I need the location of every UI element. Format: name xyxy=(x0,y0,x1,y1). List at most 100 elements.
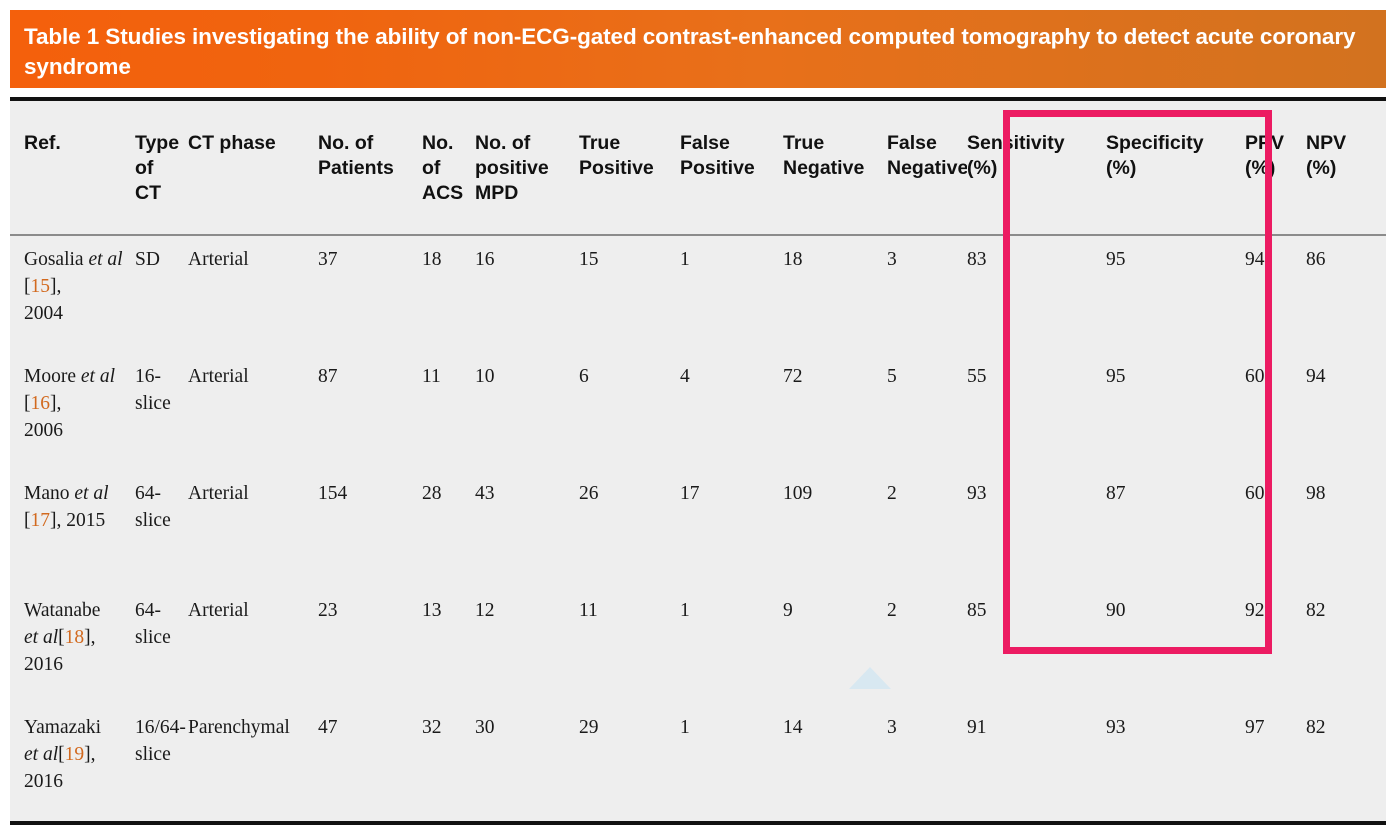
table-header-row: Ref. Type of CT CT phase No. of Patients N… xyxy=(10,101,1386,235)
reference-number-link[interactable]: 18 xyxy=(65,627,85,648)
cell-type-of-ct: 64-slice xyxy=(135,587,188,704)
column-header-true-negative: True Negative xyxy=(783,101,887,235)
reference-etal: et al xyxy=(24,627,59,648)
cell-ppv: 60 xyxy=(1245,470,1306,587)
reference-author: Moore xyxy=(24,366,76,387)
cell-no-positive-mpd: 16 xyxy=(475,235,579,353)
cell-false-negative: 2 xyxy=(887,470,967,587)
cell-false-positive: 4 xyxy=(680,353,783,470)
reference-year: 2015 xyxy=(66,510,106,531)
studies-table-container: Ref. Type of CT CT phase No. of Patients N… xyxy=(10,97,1386,825)
cell-npv: 82 xyxy=(1306,587,1386,704)
reference-etal: et al xyxy=(80,366,115,387)
column-header-false-negative: False Negative xyxy=(887,101,967,235)
cell-npv: 94 xyxy=(1306,353,1386,470)
cell-true-positive: 11 xyxy=(579,587,680,704)
cell-reference: Watanabe et al[18], 2016 xyxy=(10,587,135,704)
cell-no-of-patients: 154 xyxy=(318,470,422,587)
cell-type-of-ct: 16-slice xyxy=(135,353,188,470)
cell-false-negative: 2 xyxy=(887,587,967,704)
column-header-no-of-positive-mpd: No. of positive MPD xyxy=(475,101,579,235)
cell-reference: Yamazaki et al[19], 2016 xyxy=(10,704,135,821)
cell-sensitivity: 93 xyxy=(967,470,1106,587)
reference-author: Gosalia xyxy=(24,249,84,270)
table-header: Ref. Type of CT CT phase No. of Patients N… xyxy=(10,101,1386,235)
reference-year: 2016 xyxy=(24,771,63,792)
cell-true-negative: 109 xyxy=(783,470,887,587)
cell-false-negative: 5 xyxy=(887,353,967,470)
reference-year: 2006 xyxy=(24,420,63,441)
column-header-false-positive: False Positive xyxy=(680,101,783,235)
column-header-type-of-ct: Type of CT xyxy=(135,101,188,235)
cell-true-positive: 15 xyxy=(579,235,680,353)
cell-reference: Gosalia et al [15], 2004 xyxy=(10,235,135,353)
column-header-npv: NPV (%) xyxy=(1306,101,1386,235)
cell-no-of-patients: 23 xyxy=(318,587,422,704)
cell-sensitivity: 91 xyxy=(967,704,1106,821)
cell-ppv: 94 xyxy=(1245,235,1306,353)
cell-false-negative: 3 xyxy=(887,704,967,821)
reference-author: Mano xyxy=(24,483,70,504)
cell-true-positive: 26 xyxy=(579,470,680,587)
cell-no-of-patients: 87 xyxy=(318,353,422,470)
cell-false-positive: 1 xyxy=(680,235,783,353)
reference-etal: et al xyxy=(24,744,59,765)
cell-reference: Mano et al [17], 2015 xyxy=(10,470,135,587)
cell-no-positive-mpd: 30 xyxy=(475,704,579,821)
reference-author: Watanabe xyxy=(24,600,101,621)
column-header-ppv: PPV (%) xyxy=(1245,101,1306,235)
table-row: Watanabe et al[18], 2016 64-slice Arterial 23… xyxy=(10,587,1386,704)
cell-sensitivity: 55 xyxy=(967,353,1106,470)
cell-false-positive: 1 xyxy=(680,704,783,821)
table-body: Gosalia et al [15], 2004 SD Arterial 37 18 16 15… xyxy=(10,235,1386,821)
cell-no-of-acs: 28 xyxy=(422,470,475,587)
cell-specificity: 95 xyxy=(1106,235,1245,353)
cell-no-positive-mpd: 10 xyxy=(475,353,579,470)
cell-ppv: 97 xyxy=(1245,704,1306,821)
reference-etal: et al xyxy=(74,483,109,504)
cell-false-negative: 3 xyxy=(887,235,967,353)
cell-true-positive: 6 xyxy=(579,353,680,470)
cell-true-negative: 18 xyxy=(783,235,887,353)
column-header-true-positive: True Positive xyxy=(579,101,680,235)
column-header-ct-phase: CT phase xyxy=(188,101,318,235)
cell-npv: 82 xyxy=(1306,704,1386,821)
cell-ct-phase: Arterial xyxy=(188,353,318,470)
reference-number-link[interactable]: 15 xyxy=(31,276,51,297)
table-row: Moore et al [16], 2006 16-slice Arterial 87 11… xyxy=(10,353,1386,470)
reference-number-link[interactable]: 17 xyxy=(31,510,51,531)
cell-type-of-ct: 64-slice xyxy=(135,470,188,587)
cell-true-negative: 14 xyxy=(783,704,887,821)
column-header-ref: Ref. xyxy=(10,101,135,235)
cell-ct-phase: Parenchymal xyxy=(188,704,318,821)
reference-author: Yamazaki xyxy=(24,717,102,738)
cell-specificity: 95 xyxy=(1106,353,1245,470)
reference-number-link[interactable]: 16 xyxy=(31,393,51,414)
cell-specificity: 87 xyxy=(1106,470,1245,587)
cell-false-positive: 1 xyxy=(680,587,783,704)
cell-no-of-patients: 37 xyxy=(318,235,422,353)
cell-no-of-acs: 13 xyxy=(422,587,475,704)
cell-specificity: 93 xyxy=(1106,704,1245,821)
table-caption-text: Table 1 Studies investigating the abilit… xyxy=(24,24,1356,79)
cell-no-positive-mpd: 43 xyxy=(475,470,579,587)
cell-sensitivity: 83 xyxy=(967,235,1106,353)
cell-true-negative: 9 xyxy=(783,587,887,704)
reference-year: 2016 xyxy=(24,654,63,675)
studies-table: Ref. Type of CT CT phase No. of Patients N… xyxy=(10,101,1386,821)
column-header-no-of-acs: No. of ACS xyxy=(422,101,475,235)
cell-ct-phase: Arterial xyxy=(188,587,318,704)
cell-no-of-acs: 18 xyxy=(422,235,475,353)
table-figure: Table 1 Studies investigating the abilit… xyxy=(0,0,1400,825)
cell-no-of-acs: 11 xyxy=(422,353,475,470)
cell-npv: 98 xyxy=(1306,470,1386,587)
cell-true-negative: 72 xyxy=(783,353,887,470)
cell-ppv: 60 xyxy=(1245,353,1306,470)
cell-no-of-patients: 47 xyxy=(318,704,422,821)
column-header-specificity: Specificity (%) xyxy=(1106,101,1245,235)
cell-ppv: 92 xyxy=(1245,587,1306,704)
cell-ct-phase: Arterial xyxy=(188,235,318,353)
reference-number-link[interactable]: 19 xyxy=(65,744,85,765)
reference-year: 2004 xyxy=(24,303,63,324)
column-header-no-of-patients: No. of Patients xyxy=(318,101,422,235)
